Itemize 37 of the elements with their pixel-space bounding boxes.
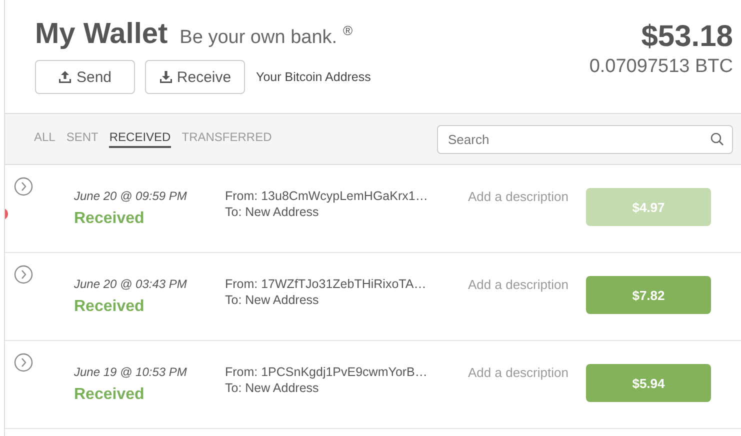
to-address: To: New Address <box>225 381 320 395</box>
download-icon <box>158 70 173 84</box>
bitcoin-address-link[interactable]: Your Bitcoin Address <box>256 70 371 84</box>
to-address: To: New Address <box>225 205 320 219</box>
filter-tab[interactable]: TRANSFERRED <box>182 130 272 148</box>
search-field[interactable]: Search <box>437 124 733 154</box>
from-address: From: 13u8CmWcypLemHGaKrx1… <box>225 189 429 203</box>
send-button[interactable]: Send <box>35 60 135 94</box>
description-field[interactable]: Add a description <box>468 277 586 292</box>
amount-button[interactable]: $7.82 <box>586 276 711 314</box>
transaction-date: June 20 @ 09:59 PM <box>74 189 188 203</box>
amount-button[interactable]: $5.94 <box>586 364 711 402</box>
from-address: From: 17WZfTJo31ZebTHiRixoTA… <box>225 277 428 291</box>
description-field[interactable]: Add a description <box>468 365 586 380</box>
transaction-status: Received <box>74 298 146 316</box>
search-icon <box>710 132 724 146</box>
filter-tab[interactable]: RECEIVED <box>109 130 171 148</box>
balance-usd: $53.18 <box>641 20 733 54</box>
tagline: Be your own bank. <box>180 27 338 49</box>
transaction-date: June 19 @ 10:53 PM <box>74 365 188 379</box>
to-address: To: New Address <box>225 293 320 307</box>
filter-tab[interactable]: SENT <box>66 130 98 148</box>
transaction-date: June 20 @ 03:43 PM <box>74 277 188 291</box>
filter-tab[interactable]: ALL <box>34 130 56 148</box>
expand-icon[interactable] <box>14 265 33 284</box>
wallet-title: My Wallet <box>35 18 168 51</box>
transaction-status: Received <box>74 210 146 228</box>
expand-icon[interactable] <box>14 353 33 372</box>
balance-btc: 0.07097513 BTC <box>589 56 733 78</box>
from-address: From: 1PCSnKgdj1PvE9cwmYorB… <box>225 365 428 379</box>
description-field[interactable]: Add a description <box>468 189 586 204</box>
amount-button[interactable]: $4.97 <box>586 188 711 226</box>
expand-icon[interactable] <box>14 177 33 196</box>
registered-mark: ® <box>343 23 353 38</box>
upload-icon <box>58 70 72 84</box>
receive-button[interactable]: Receive <box>145 60 245 94</box>
transaction-status: Received <box>74 386 146 404</box>
